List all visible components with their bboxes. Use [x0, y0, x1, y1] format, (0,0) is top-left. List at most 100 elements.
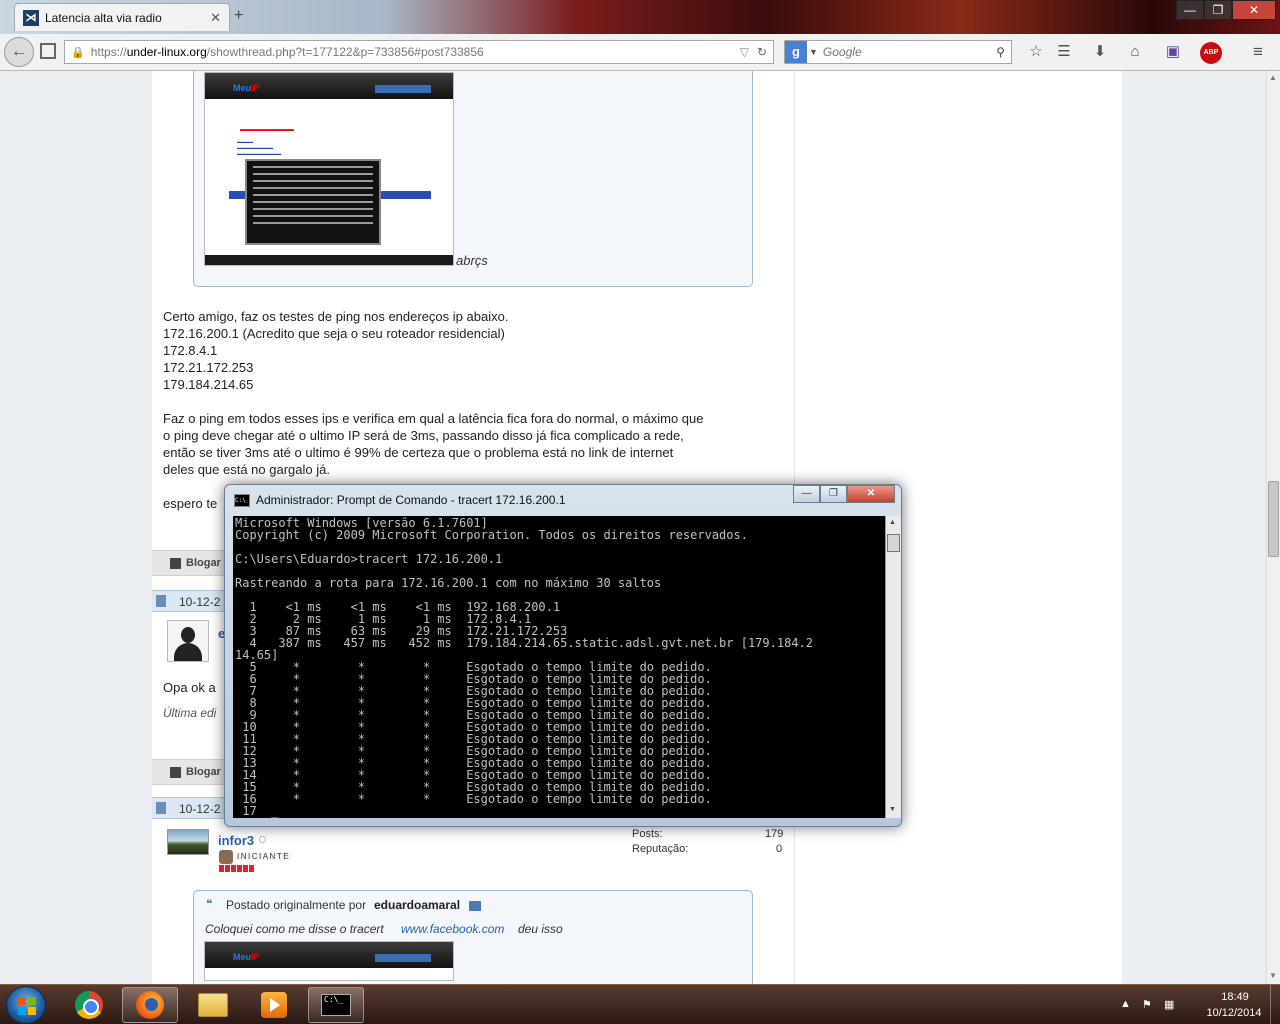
url-path: /showthread.php?t=177122&p=733856#post73…: [206, 45, 484, 59]
posts-label: Posts:: [632, 828, 663, 840]
console-text: Microsoft Windows [versão 6.1.7601] Copy…: [235, 516, 813, 818]
paragraph-line: o ping deve chegar até o ultimo IP será …: [163, 428, 684, 443]
search-input[interactable]: [822, 45, 997, 59]
image-band-left: [229, 191, 245, 199]
paragraph-line: então se tiver 3ms até o ultimo é 99% de…: [163, 445, 674, 460]
reply-line: 179.184.214.65: [163, 377, 254, 392]
search-icon[interactable]: ⚲: [996, 45, 1005, 59]
console-scrollbar[interactable]: ▲ ▼: [885, 516, 901, 818]
scroll-down-icon[interactable]: ▼: [889, 806, 896, 813]
minimize-button[interactable]: —: [1176, 0, 1204, 20]
scrollbar-thumb[interactable]: [1268, 481, 1279, 557]
blog-post-link[interactable]: Blogar: [186, 766, 221, 778]
quote-trailing-text: abrçs: [456, 253, 488, 268]
cmd-window-title: Administrador: Prompt de Comando - trace…: [256, 493, 566, 507]
menu-icon[interactable]: ≡: [1248, 42, 1268, 62]
offline-status-icon: [259, 836, 266, 843]
image-detail-lines: ▬▬▬▬ ▬▬▬▬▬▬▬▬▬ ▬▬▬▬▬▬▬▬▬▬▬: [237, 139, 281, 156]
network-icon[interactable]: ▦: [1164, 998, 1174, 1011]
image-ip-line: ▬▬▬▬▬▬▬▬▬: [240, 127, 294, 133]
new-tab-button[interactable]: +: [234, 7, 243, 25]
bookmark-star-icon[interactable]: ☆: [1026, 42, 1046, 62]
taskbar-media-player[interactable]: [246, 987, 302, 1023]
paragraph-line: Faz o ping em todos esses ips e verifica…: [163, 411, 704, 426]
quote-box-1: MeuIP ▬▬▬▬▬▬▬▬▬ ▬▬▬▬ ▬▬▬▬▬▬▬▬▬ ▬▬▬▬▬▬▬▬▬▬▬…: [193, 71, 753, 287]
show-desktop-button[interactable]: [1270, 985, 1280, 1024]
url-bar[interactable]: 🔒 https:// under-linux.org /showthread.p…: [64, 40, 774, 64]
rank-avatar-icon: [219, 850, 233, 864]
close-window-button[interactable]: ✕: [1232, 0, 1276, 20]
taskbar-cmd[interactable]: C:\_: [308, 987, 364, 1023]
firefox-icon: [136, 991, 164, 1019]
quote-link[interactable]: www.facebook.com: [401, 922, 504, 936]
reply-line: Certo amigo, faz os testes de ping nos e…: [163, 309, 509, 324]
browser-tab[interactable]: ⋊ Latencia alta via radio ✕: [14, 3, 230, 31]
quoted-screenshot-image[interactable]: MeuIP ▬▬▬▬▬▬▬▬▬ ▬▬▬▬ ▬▬▬▬▬▬▬▬▬ ▬▬▬▬▬▬▬▬▬▬▬: [204, 72, 454, 266]
browser-titlebar: ⋊ Latencia alta via radio ✕ + — ❐ ✕: [0, 0, 1280, 34]
url-scheme: https://: [90, 45, 127, 59]
chrome-icon: [75, 991, 103, 1019]
clock-time[interactable]: 18:49: [1210, 991, 1260, 1003]
command-prompt-window[interactable]: C:\ Administrador: Prompt de Comando - t…: [224, 484, 902, 827]
adblock-plus-icon[interactable]: ABP: [1200, 42, 1222, 64]
reputation-bar: [219, 865, 255, 872]
cmd-minimize-button[interactable]: —: [793, 485, 820, 503]
clock-date[interactable]: 10/12/2014: [1202, 1007, 1266, 1019]
post-icon: [156, 802, 166, 814]
cmd-window-icon: C:\: [234, 494, 250, 507]
maximize-button[interactable]: ❐: [1204, 0, 1232, 20]
cmd-close-button[interactable]: ✕: [847, 485, 895, 503]
reply-post-body: Certo amigo, faz os testes de ping nos e…: [163, 308, 704, 512]
lock-icon: 🔒: [71, 46, 85, 59]
action-center-flag-icon[interactable]: ⚑: [1142, 998, 1152, 1011]
google-engine-icon[interactable]: g: [785, 41, 807, 63]
avatar[interactable]: [167, 620, 209, 662]
windows-logo-icon: [18, 997, 36, 1015]
windows-taskbar: C:\_ ▲ ⚑ ▦ 18:49 10/12/2014: [0, 984, 1280, 1024]
image-cmd-thumbnail: [245, 159, 381, 245]
taskbar-chrome[interactable]: [61, 987, 117, 1023]
dropdown-arrow-icon[interactable]: ▽: [740, 45, 749, 59]
cmd-icon: C:\_: [321, 994, 351, 1016]
image-nav-button: [375, 85, 431, 93]
engine-dropdown-icon[interactable]: ▼: [809, 47, 818, 57]
reload-icon[interactable]: ↻: [757, 45, 767, 59]
explorer-folder-icon: [198, 993, 228, 1017]
cmd-maximize-button[interactable]: ❐: [820, 485, 847, 503]
scrollbar-thumb[interactable]: [887, 534, 900, 552]
image-logo: MeuIP: [233, 952, 260, 962]
image-band-right: [381, 191, 431, 199]
scroll-up-icon[interactable]: ▲: [1269, 73, 1277, 82]
post-date: 10-12-2: [179, 802, 221, 816]
tab-close-icon[interactable]: ✕: [210, 10, 221, 26]
reply-line: 172.16.200.1 (Acredito que seja o seu ro…: [163, 326, 505, 341]
system-tray: ▲ ⚑ ▦ 18:49 10/12/2014: [1110, 985, 1280, 1024]
scroll-up-icon[interactable]: ▲: [889, 519, 896, 526]
twitch-icon[interactable]: ▣: [1163, 42, 1183, 62]
back-button[interactable]: ←: [4, 37, 34, 67]
home-icon[interactable]: ⌂: [1125, 42, 1145, 62]
bookmarks-sidebar-icon[interactable]: [40, 43, 56, 59]
page-scrollbar[interactable]: ▲ ▼: [1266, 71, 1280, 984]
show-hidden-icons-icon[interactable]: ▲: [1120, 998, 1131, 1010]
console-output[interactable]: Microsoft Windows [versão 6.1.7601] Copy…: [233, 516, 885, 818]
user-rank: INICIANTE: [235, 852, 293, 861]
quoted-screenshot-image[interactable]: MeuIP: [204, 941, 454, 981]
username-link[interactable]: infor3: [218, 833, 254, 848]
image-taskbar: [205, 255, 453, 265]
avatar[interactable]: [167, 829, 209, 855]
blog-post-link[interactable]: Blogar: [186, 557, 221, 569]
taskbar-firefox[interactable]: [122, 987, 178, 1023]
downloads-icon[interactable]: ⬇: [1090, 42, 1110, 62]
search-bar[interactable]: g ▼ ⚲: [784, 40, 1012, 64]
quote-text: Coloquei como me disse o tracert: [205, 922, 384, 936]
blog-icon: [170, 767, 181, 778]
scroll-down-icon[interactable]: ▼: [1269, 971, 1277, 980]
view-post-icon[interactable]: [469, 901, 481, 911]
start-button[interactable]: [6, 986, 46, 1024]
bookmarks-menu-icon[interactable]: ☰: [1054, 42, 1074, 62]
post-icon: [156, 595, 166, 607]
taskbar-explorer[interactable]: [185, 987, 241, 1023]
browser-window-controls: — ❐ ✕: [1176, 0, 1276, 20]
post-body-text: Opa ok a: [163, 680, 216, 695]
